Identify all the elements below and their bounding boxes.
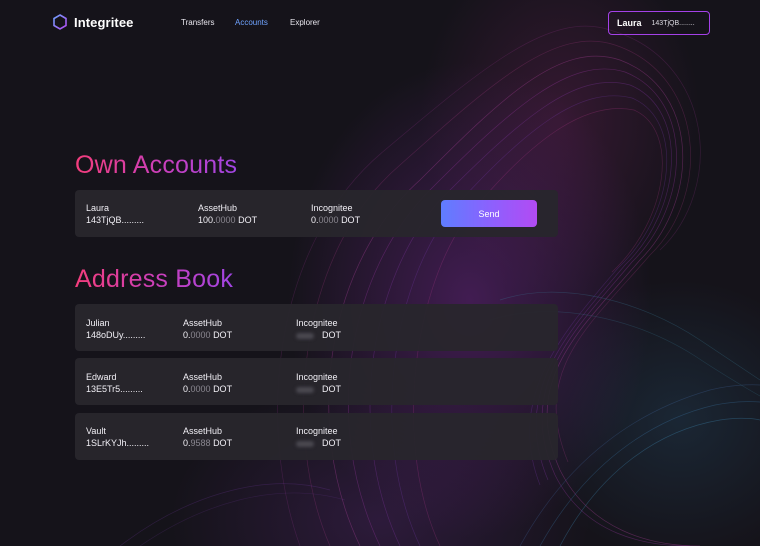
contact-name: Vault [86, 426, 106, 436]
assethub-label: AssetHub [183, 426, 223, 436]
account-name: Laura [86, 203, 110, 213]
app-name: Integritee [74, 14, 134, 30]
incognitee-balance: Incognitee 0.0000 DOT [311, 202, 360, 226]
own-accounts-title: Own Accounts [75, 151, 238, 179]
address-book-row[interactable]: Vault 1SLrKYJh......... AssetHub 0.9588 … [75, 413, 558, 460]
incognitee-balance: Incognitee DOT [296, 371, 341, 395]
assethub-label: AssetHub [183, 372, 223, 382]
send-button[interactable]: Send [441, 200, 537, 227]
incognitee-balance: Incognitee DOT [296, 317, 341, 341]
assethub-amount: 100.0000 DOT [198, 215, 258, 225]
assethub-label: AssetHub [198, 203, 238, 213]
incognitee-amount: DOT [296, 437, 341, 449]
hidden-balance-icon [296, 440, 314, 447]
contact-address: 148oDUy......... [86, 330, 146, 340]
contact-address: 13E5Tr5......... [86, 384, 143, 394]
nav-accounts[interactable]: Accounts [235, 18, 268, 27]
contact-identity: Julian 148oDUy......... [86, 317, 145, 341]
address-book-title: Address Book [75, 265, 234, 293]
nav-explorer[interactable]: Explorer [290, 18, 320, 27]
contact-name: Edward [86, 372, 117, 382]
address-book-row[interactable]: Edward 13E5Tr5......... AssetHub 0.0000 … [75, 358, 558, 405]
assethub-balance: AssetHub 0.9588 DOT [183, 425, 232, 449]
contact-identity: Vault 1SLrKYJh......... [86, 425, 149, 449]
incognitee-amount: DOT [296, 329, 341, 341]
assethub-amount: 0.0000 DOT [183, 330, 233, 340]
contact-address: 1SLrKYJh......... [86, 438, 150, 448]
own-account-row: Laura 143TjQB......... AssetHub 100.0000… [75, 190, 558, 237]
account-chip-name: Laura [617, 18, 642, 28]
account-address: 143TjQB......... [86, 215, 145, 225]
top-navigation-bar: Integritee Transfers Accounts Explorer L… [0, 0, 760, 46]
address-book-row[interactable]: Julian 148oDUy......... AssetHub 0.0000 … [75, 304, 558, 351]
contact-name: Julian [86, 318, 110, 328]
hidden-balance-icon [296, 386, 314, 393]
assethub-balance: AssetHub 0.0000 DOT [183, 371, 232, 395]
assethub-label: AssetHub [183, 318, 223, 328]
contact-identity: Edward 13E5Tr5......... [86, 371, 143, 395]
incognitee-label: Incognitee [296, 318, 338, 328]
incognitee-label: Incognitee [311, 203, 353, 213]
incognitee-amount: DOT [296, 383, 341, 395]
integritee-hexagon-logo-icon [53, 14, 67, 30]
incognitee-label: Incognitee [296, 426, 338, 436]
incognitee-amount: 0.0000 DOT [311, 215, 361, 225]
account-chip-address: 143TjQB........ [651, 19, 695, 27]
assethub-amount: 0.0000 DOT [183, 384, 233, 394]
incognitee-balance: Incognitee DOT [296, 425, 341, 449]
assethub-amount: 0.9588 DOT [183, 438, 233, 448]
account-selector-button[interactable]: Laura 143TjQB........ [608, 11, 710, 35]
app-logo[interactable]: Integritee [52, 14, 134, 30]
hidden-balance-icon [296, 332, 314, 339]
assethub-balance: AssetHub 100.0000 DOT [198, 202, 257, 226]
assethub-balance: AssetHub 0.0000 DOT [183, 317, 232, 341]
incognitee-label: Incognitee [296, 372, 338, 382]
nav-transfers[interactable]: Transfers [181, 18, 215, 27]
account-identity: Laura 143TjQB......... [86, 202, 144, 226]
